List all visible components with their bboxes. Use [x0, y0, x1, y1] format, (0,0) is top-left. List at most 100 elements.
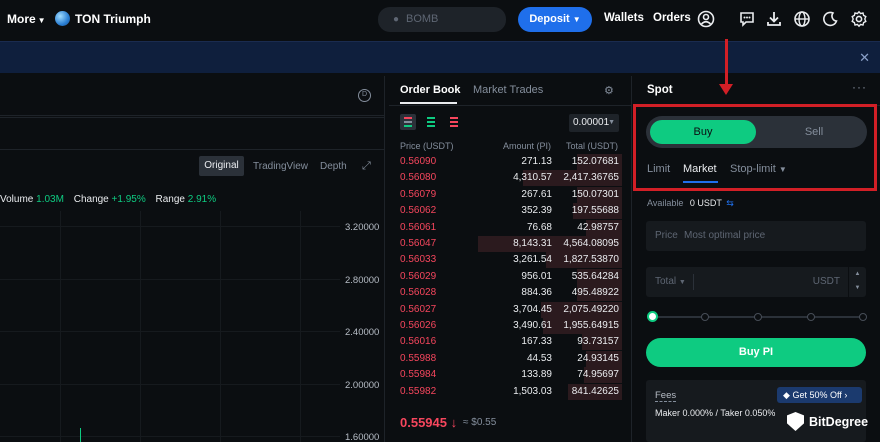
user-icon[interactable]	[697, 10, 715, 28]
gear-icon[interactable]	[850, 10, 868, 28]
row-price: 0.56026	[400, 320, 437, 331]
tab-depth[interactable]: Depth	[320, 161, 347, 172]
order-book-row[interactable]: 0.56079 267.61 150.07301	[389, 186, 632, 203]
slider-step[interactable]	[807, 313, 815, 321]
grid-line	[60, 211, 61, 442]
info-icon[interactable]: D	[358, 89, 371, 102]
wallets-link[interactable]: Wallets	[604, 12, 644, 24]
row-amount: 956.01	[521, 270, 552, 282]
transfer-icon[interactable]: ⇆	[726, 198, 734, 208]
slider-handle[interactable]	[647, 311, 658, 322]
order-book-row[interactable]: 0.56028 884.36 495.48922	[389, 285, 632, 302]
deposit-button[interactable]: Deposit ▼	[518, 7, 592, 32]
available-balance: Available 0 USDT ⇆	[647, 198, 734, 209]
total-field[interactable]: Total ▼ USDT ▲ ▼	[646, 267, 866, 297]
slider-step[interactable]	[754, 313, 762, 321]
col-price: Price (USDT)	[400, 141, 454, 151]
total-select[interactable]: Total ▼	[655, 276, 686, 287]
order-book-row[interactable]: 0.56016 167.33 93.73157	[389, 334, 632, 351]
y-axis-label: 2.40000	[345, 327, 380, 338]
grid-line	[0, 384, 340, 385]
price-label: Price	[655, 230, 678, 241]
moon-icon[interactable]	[821, 10, 839, 28]
order-book-row[interactable]: 0.56090 271.13 152.07681	[389, 154, 632, 170]
order-book-row[interactable]: 0.56080 4,310.57 2,417.36765	[389, 170, 632, 187]
order-book-row[interactable]: 0.56033 3,261.54 1,827.53870	[389, 252, 632, 269]
tab-tradingview[interactable]: TradingView	[253, 161, 308, 172]
order-book-row[interactable]: 0.56026 3,490.61 1,955.64915	[389, 318, 632, 334]
more-icon[interactable]: ···	[852, 80, 867, 94]
chart-stats: Volume 1.03M Change +1.95% Range 2.91%	[0, 194, 216, 205]
row-amount: 352.39	[521, 205, 552, 217]
order-book-row[interactable]: 0.56047 8,143.31 4,564.08095	[389, 236, 632, 252]
row-price: 0.56047	[400, 238, 437, 249]
announcement-banner: ✕	[0, 41, 880, 73]
order-book-row[interactable]: 0.55988 44.53 24.93145	[389, 350, 632, 367]
tab-order-book[interactable]: Order Book	[400, 84, 461, 96]
order-book-row[interactable]: 0.56027 3,704.45 2,075.49220	[389, 301, 632, 318]
order-book-row[interactable]: 0.55984 133.89 74.95697	[389, 367, 632, 384]
bitdegree-logo-icon	[787, 412, 804, 431]
row-total: 93.73157	[577, 336, 619, 348]
row-price: 0.56090	[400, 156, 437, 167]
more-label: More	[7, 12, 36, 26]
fees-label[interactable]: Fees	[655, 390, 677, 402]
more-menu[interactable]: More ▼	[7, 12, 46, 26]
stepper-icon[interactable]: ▲ ▼	[848, 267, 866, 297]
order-book-row[interactable]: 0.56061 76.68 42.98757	[389, 219, 632, 236]
y-axis-label: 2.00000	[345, 380, 380, 391]
price-field[interactable]: Price Most optimal price	[646, 221, 866, 251]
grid-line	[0, 226, 340, 227]
tab-original[interactable]: Original	[199, 156, 244, 176]
download-icon[interactable]	[765, 10, 783, 28]
orders-link[interactable]: Orders	[653, 12, 691, 24]
precision-select[interactable]: 0.00001 ▼	[569, 114, 619, 132]
close-icon[interactable]: ✕	[859, 50, 870, 66]
project-name[interactable]: TON Triumph	[75, 12, 151, 26]
caret-down-icon: ▼	[678, 279, 686, 286]
order-book-row[interactable]: 0.55982 1,503.03 841.42625	[389, 383, 632, 400]
row-amount: 884.36	[521, 287, 552, 299]
row-price: 0.56016	[400, 336, 437, 348]
row-amount: 8,143.31	[513, 238, 552, 249]
expand-icon[interactable]: ⤢	[362, 160, 371, 173]
annotation-arrow	[725, 39, 728, 87]
grid-line	[0, 436, 340, 437]
row-amount: 133.89	[521, 369, 552, 381]
search-token-icon: ●	[393, 14, 400, 25]
sliders-icon[interactable]: ⚙	[604, 84, 614, 97]
fees-promo-button[interactable]: ◆ Get 50% Off ›	[777, 387, 862, 403]
change-label: Change	[73, 194, 109, 205]
row-amount: 267.61	[521, 188, 552, 200]
search-input[interactable]: ● BOMB	[378, 7, 506, 32]
row-price: 0.55982	[400, 385, 437, 397]
col-total: Total (USDT)	[565, 141, 618, 151]
grid-line	[300, 211, 301, 442]
row-amount: 3,490.61	[513, 320, 552, 331]
globe-icon[interactable]	[793, 10, 811, 28]
grid-line	[0, 279, 340, 280]
caret-down-icon: ▼	[37, 16, 46, 25]
volume-label: Volume	[0, 194, 34, 205]
order-book-row[interactable]: 0.56062 352.39 197.55688	[389, 203, 632, 220]
message-icon[interactable]	[738, 10, 756, 28]
mode-asks-icon[interactable]	[446, 114, 462, 130]
tab-market-trades[interactable]: Market Trades	[473, 84, 543, 96]
chart-divider	[0, 149, 385, 150]
spot-title: Spot	[647, 84, 673, 96]
y-axis-label: 1.60000	[345, 432, 380, 442]
row-amount: 3,704.45	[513, 303, 552, 315]
total-label: Total	[655, 276, 677, 287]
mode-bids-icon[interactable]	[423, 114, 439, 130]
caret-down-icon: ▼	[572, 15, 581, 24]
chevron-right-icon: ›	[844, 390, 848, 400]
slider-step[interactable]	[859, 313, 867, 321]
mode-both-icon[interactable]	[400, 114, 416, 130]
buy-pi-button[interactable]: Buy PI	[646, 338, 866, 367]
order-book-row[interactable]: 0.56029 956.01 535.64284	[389, 268, 632, 285]
caret-down-icon: ▼	[608, 119, 615, 126]
grid-line	[220, 211, 221, 442]
slider-step[interactable]	[701, 313, 709, 321]
row-amount: 4,310.57	[513, 172, 552, 184]
tab-underline	[400, 102, 457, 104]
